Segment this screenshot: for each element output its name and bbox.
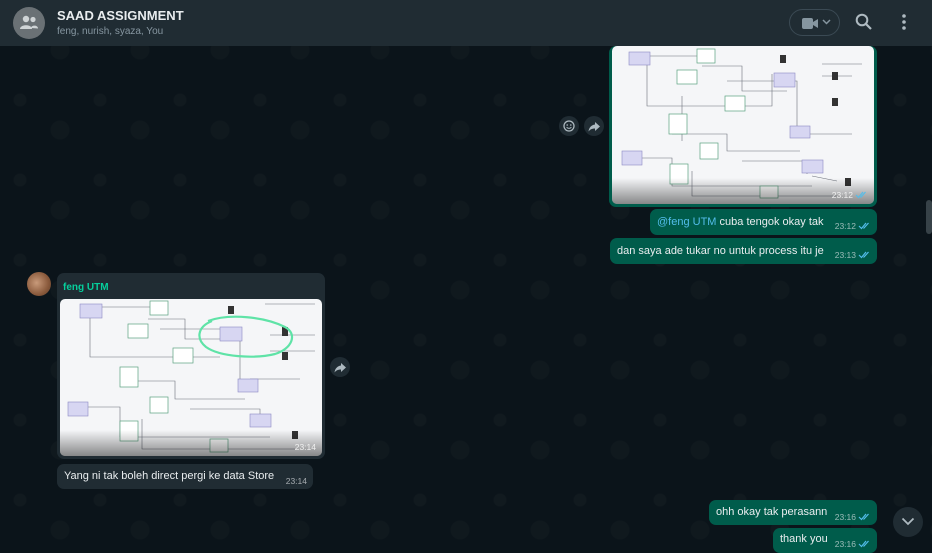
message-time: 23:14 [285, 476, 307, 486]
chat-scrollbar[interactable] [926, 200, 932, 234]
message-text: thank you [780, 533, 828, 545]
dfd-diagram-image[interactable]: 23:14 [60, 299, 322, 456]
emoji-icon [563, 120, 575, 132]
message-text: dan saya ade tukar no untuk process itu … [617, 245, 824, 257]
forward-icon [334, 363, 346, 373]
message-time: 23:13 [834, 250, 856, 260]
dfd-diagram-image[interactable]: 23:12 [612, 46, 874, 204]
message-time: 23:12 [831, 190, 853, 200]
message-time: 23:16 [834, 512, 856, 522]
scroll-down-button[interactable] [893, 507, 923, 537]
message-text: ohh okay tak perasann [716, 506, 828, 518]
forward-button[interactable] [330, 357, 350, 377]
message-time: 23:16 [834, 539, 856, 549]
scroll-down-icon [901, 517, 915, 526]
emoji-react-button[interactable] [559, 116, 579, 136]
message-text-outgoing[interactable]: thank you 23:16 [773, 528, 877, 553]
forward-button[interactable] [584, 116, 604, 136]
group-avatar-icon [20, 15, 38, 29]
menu-icon[interactable] [899, 13, 909, 31]
message-text-outgoing[interactable]: @feng UTM cuba tengok okay tak 23:12 [650, 209, 877, 235]
message-time: 23:12 [834, 221, 856, 231]
chat-header[interactable]: SAAD ASSIGNMENT feng, nurish, syaza, You [0, 0, 932, 46]
message-text-outgoing[interactable]: dan saya ade tukar no untuk process itu … [610, 238, 877, 264]
sender-name[interactable]: feng UTM [63, 282, 109, 293]
message-image-incoming[interactable]: feng UTM 23:14 [57, 273, 325, 459]
double-check-icon [858, 251, 869, 259]
message-image-outgoing[interactable]: 23:12 [609, 46, 877, 207]
message-text: cuba tengok okay tak [719, 216, 824, 228]
message-text-incoming[interactable]: Yang ni tak boleh direct pergi ke data S… [57, 464, 313, 489]
mention-link[interactable]: @feng UTM [657, 216, 716, 228]
chat-title[interactable]: SAAD ASSIGNMENT [57, 8, 184, 23]
double-check-icon [858, 513, 869, 521]
search-icon[interactable] [855, 13, 873, 31]
chevron-down-icon [822, 19, 831, 25]
video-call-icon [802, 18, 818, 29]
forward-icon [588, 122, 600, 132]
sender-avatar[interactable] [27, 272, 51, 296]
double-check-icon [855, 191, 866, 199]
video-call-button[interactable] [789, 9, 840, 36]
double-check-icon [858, 222, 869, 230]
message-text: Yang ni tak boleh direct pergi ke data S… [64, 470, 275, 482]
message-time: 23:14 [294, 442, 316, 452]
chat-members: feng, nurish, syaza, You [57, 26, 164, 37]
message-text-outgoing[interactable]: ohh okay tak perasann 23:16 [709, 500, 877, 525]
group-avatar[interactable] [13, 7, 45, 39]
